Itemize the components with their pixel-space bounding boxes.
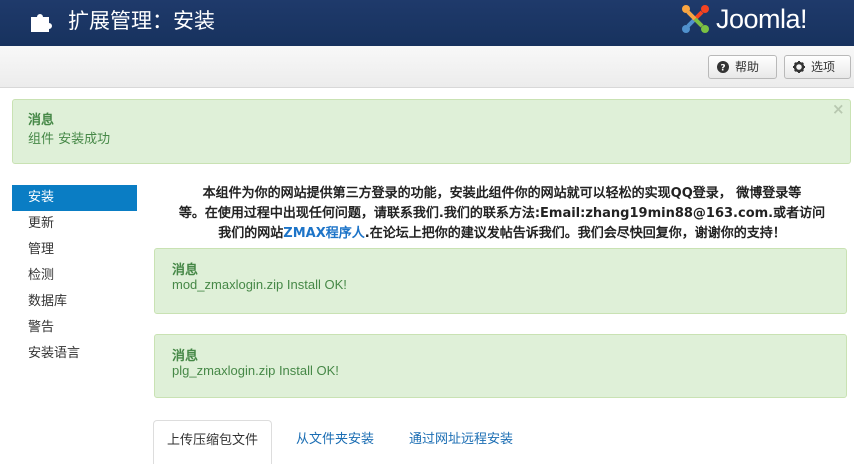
alert-heading: 消息 [172, 263, 199, 278]
sidebar-item-manage[interactable]: 管理 [12, 237, 137, 263]
install-tabs: 上传压缩包文件 从文件夹安装 通过网址远程安装 [153, 420, 853, 464]
alert-heading: 消息 [28, 113, 55, 128]
zmax-website-link[interactable]: ZMAX程序人 [283, 226, 364, 241]
sidebar-item-install[interactable]: 安装 [12, 185, 137, 211]
description-line-3: 我们的网站ZMAX程序人.在论坛上把你的建议发帖告诉我们。我们会尽快回复你，谢谢… [155, 224, 849, 244]
sidebar-item-update[interactable]: 更新 [12, 211, 137, 237]
success-alert: 消息 组件 安装成功 [12, 99, 851, 164]
toolbar: ? 帮助 选项 [0, 46, 854, 88]
close-icon[interactable]: × [832, 101, 845, 117]
joomla-logo[interactable]: Joomla! [678, 2, 840, 38]
header-bar: 扩展管理：安装 Joomla! [0, 0, 854, 46]
description-text: .在论坛上把你的建议发帖告诉我们。我们会尽快回复你，谢谢你的支持！ [364, 226, 786, 241]
help-icon: ? [717, 61, 729, 73]
sidebar-item-install-languages[interactable]: 安装语言 [12, 341, 137, 367]
page-title: 扩展管理：安装 [68, 9, 215, 33]
joomla-logo-icon [682, 5, 709, 33]
alert-message: 组件 安装成功 [28, 132, 111, 147]
sidebar-nav: 安装 更新 管理 检测 数据库 警告 安装语言 [12, 185, 137, 367]
tab-install-from-folder[interactable]: 从文件夹安装 [296, 420, 374, 464]
module-install-alert: 消息 mod_zmaxlogin.zip Install OK! [154, 248, 847, 314]
sidebar-item-warnings[interactable]: 警告 [12, 315, 137, 341]
puzzle-icon [31, 14, 52, 32]
options-label: 选项 [811, 60, 836, 74]
tab-upload-package[interactable]: 上传压缩包文件 [153, 420, 273, 464]
alert-message: plg_zmaxlogin.zip Install OK! [172, 363, 339, 378]
component-description: 本组件为你的网站提供第三方登录的功能，安装此组件你的网站就可以轻松的实现QQ登录… [155, 184, 849, 244]
tab-install-from-url[interactable]: 通过网址远程安装 [409, 420, 513, 464]
description-line-2: 等。在使用过程中出现任何问题，请联系我们.我们的联系方法:Email:zhang… [178, 206, 826, 221]
svg-text:?: ? [720, 64, 725, 74]
brand-name: Joomla! [716, 4, 808, 34]
alert-message: mod_zmaxlogin.zip Install OK! [172, 277, 347, 292]
description-line-1: 本组件为你的网站提供第三方登录的功能，安装此组件你的网站就可以轻松的实现QQ登录… [202, 186, 802, 201]
alert-heading: 消息 [172, 349, 199, 364]
gear-icon [793, 61, 805, 73]
options-button[interactable]: 选项 [784, 55, 851, 79]
help-label: 帮助 [735, 60, 760, 74]
plugin-install-alert: 消息 plg_zmaxlogin.zip Install OK! [154, 334, 847, 398]
sidebar-item-database[interactable]: 数据库 [12, 289, 137, 315]
help-button[interactable]: ? 帮助 [708, 55, 777, 79]
sidebar-item-discover[interactable]: 检测 [12, 263, 137, 289]
description-text: 我们的网站 [218, 226, 284, 241]
